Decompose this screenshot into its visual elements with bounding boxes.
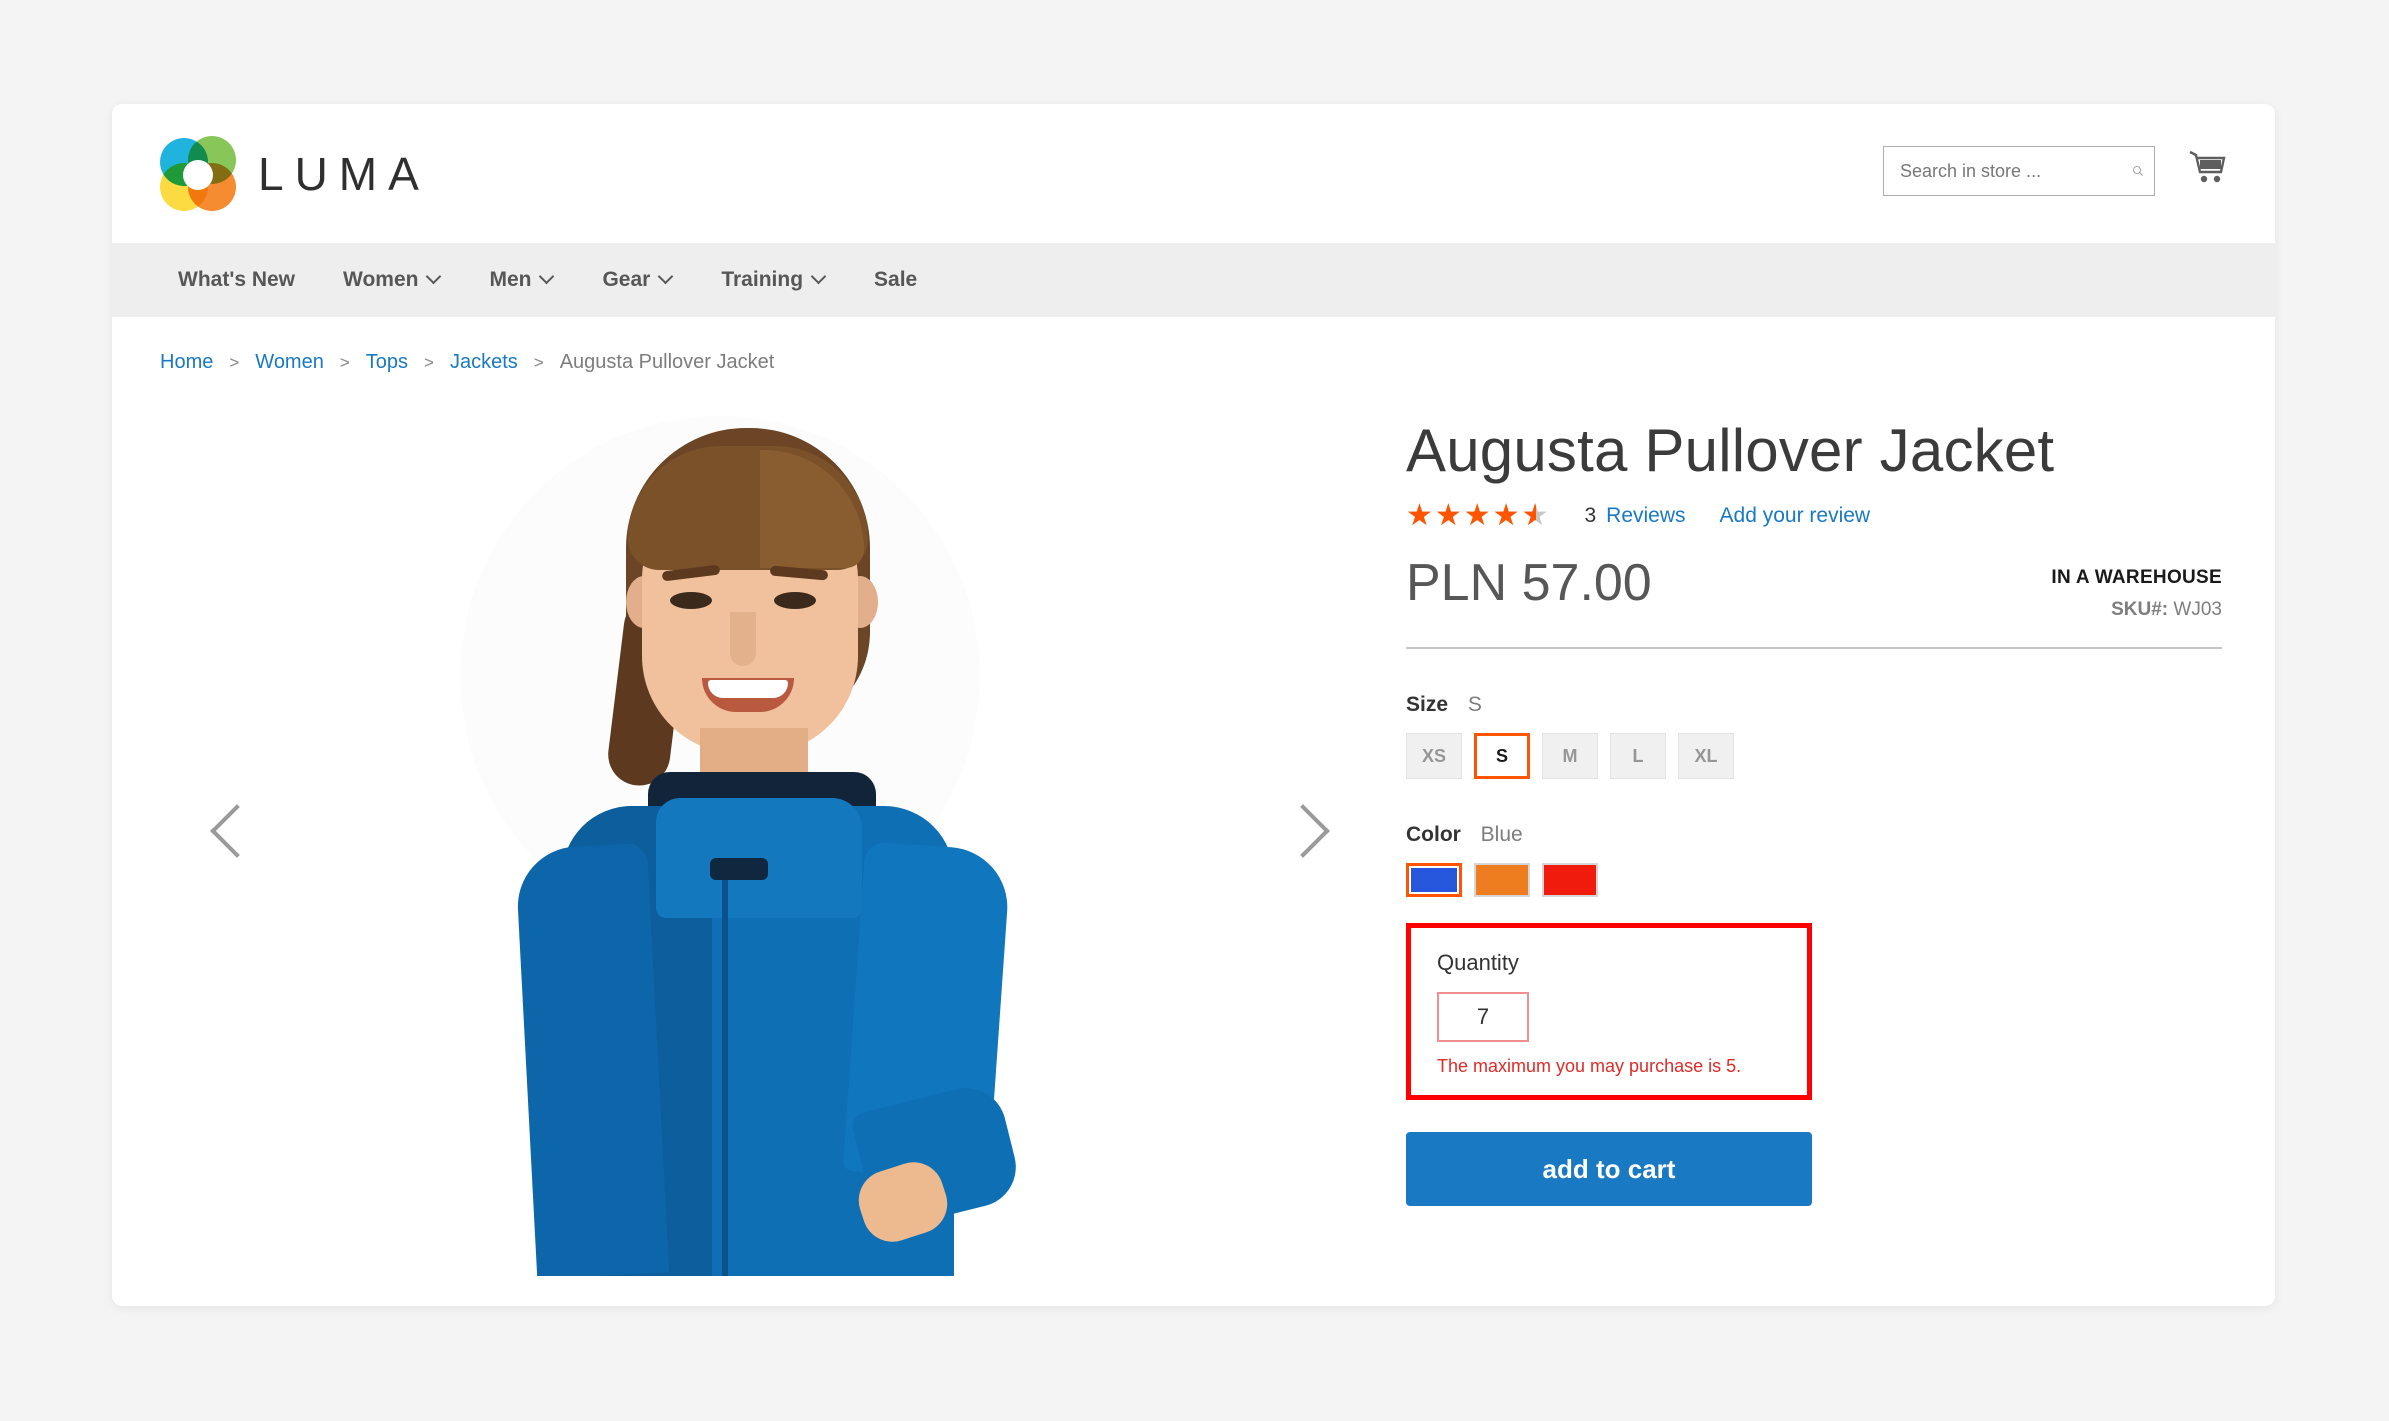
size-label-row: Size S (1406, 693, 2222, 717)
rating-row: ★★★★★ ★★★★★ 3 Reviews Add your review (1406, 501, 2222, 531)
product-sku: SKU#: WJ03 (2051, 599, 2222, 621)
add-to-cart-button[interactable]: add to cart (1406, 1132, 1812, 1206)
nav-label: Men (489, 268, 532, 291)
product-info: Augusta Pullover Jacket ★★★★★ ★★★★★ 3 Rev… (1362, 396, 2222, 1276)
stock-status: IN A WAREHOUSE (2051, 567, 2222, 588)
color-selected-value: Blue (1480, 823, 1523, 846)
breadcrumb-current: Augusta Pullover Jacket (559, 351, 775, 373)
reviews-label: Reviews (1606, 504, 1686, 527)
size-swatch-s[interactable]: S (1474, 733, 1530, 779)
page-card: LUMA What's New Women Me (112, 104, 2275, 1306)
main-navigation: What's New Women Men Gear Training Sale (112, 243, 2275, 317)
size-swatch-xl[interactable]: XL (1678, 733, 1734, 779)
chevron-left-icon (210, 804, 264, 858)
product-gallery (160, 396, 1362, 1276)
size-swatch-m[interactable]: M (1542, 733, 1598, 779)
breadcrumb-item-women[interactable]: Women (255, 351, 324, 374)
sku-label: SKU#: (2111, 599, 2169, 620)
color-swatch-red[interactable] (1542, 863, 1598, 897)
size-label: Size (1406, 693, 1449, 716)
quantity-error-message: The maximum you may purchase is 5. (1437, 1056, 1742, 1076)
breadcrumb-item-tops[interactable]: Tops (366, 351, 408, 374)
chevron-right-icon (1276, 804, 1330, 858)
model-illustration (430, 406, 1070, 1276)
size-swatches: XS S M L XL (1406, 733, 2222, 779)
chevron-down-icon (660, 271, 673, 284)
color-swatch-blue[interactable] (1406, 863, 1462, 897)
breadcrumb-separator: > (339, 352, 350, 372)
reviews-link[interactable]: 3 Reviews (1584, 504, 1685, 528)
nav-item-women[interactable]: Women (325, 260, 459, 300)
search-box[interactable] (1883, 146, 2155, 196)
gallery-next-button[interactable] (1270, 796, 1330, 876)
add-review-link[interactable]: Add your review (1720, 504, 1871, 528)
nav-label: Gear (602, 268, 651, 291)
search-input[interactable] (1900, 160, 2132, 182)
chevron-down-icon (813, 271, 826, 284)
site-logo[interactable]: LUMA (160, 136, 430, 212)
chevron-down-icon (541, 271, 554, 284)
breadcrumb-item-home[interactable]: Home (160, 351, 213, 374)
nav-label: Women (343, 268, 419, 291)
nav-label: Sale (874, 268, 918, 291)
nav-label: What's New (178, 268, 296, 291)
price-row: PLN 57.00 IN A WAREHOUSE SKU#: WJ03 (1406, 553, 2222, 621)
breadcrumb-separator: > (424, 352, 434, 372)
nav-item-men[interactable]: Men (471, 260, 572, 300)
nav-item-training[interactable]: Training (703, 260, 844, 300)
quantity-input[interactable] (1437, 992, 1529, 1042)
site-header: LUMA (112, 104, 2275, 243)
breadcrumb-item-jackets[interactable]: Jackets (450, 351, 518, 374)
breadcrumb-separator: > (533, 352, 544, 372)
review-count: 3 (1584, 504, 1597, 527)
page-title: Augusta Pullover Jacket (1406, 417, 2055, 484)
search-icon[interactable] (2132, 158, 2144, 184)
color-swatch-orange[interactable] (1474, 863, 1530, 897)
rating-stars-filled: ★★★★★ (1406, 501, 1536, 531)
sku-value: WJ03 (2173, 599, 2222, 620)
quantity-label: Quantity (1437, 950, 1519, 975)
nav-label: Training (721, 268, 804, 291)
shopping-cart-icon[interactable] (2187, 148, 2227, 186)
product-image[interactable] (280, 396, 1240, 1276)
nav-item-gear[interactable]: Gear (584, 260, 691, 300)
gallery-prev-button[interactable] (204, 796, 264, 876)
breadcrumb-separator: > (229, 352, 240, 372)
product-main: Augusta Pullover Jacket ★★★★★ ★★★★★ 3 Rev… (112, 374, 2275, 1276)
chevron-down-icon (428, 271, 441, 284)
cart-button[interactable] (2187, 148, 2227, 191)
size-swatch-xs[interactable]: XS (1406, 733, 1462, 779)
color-label-row: Color Blue (1406, 823, 2222, 847)
size-selected-value: S (1467, 693, 1482, 716)
nav-item-whats-new[interactable]: What's New (160, 260, 313, 300)
breadcrumb: Home > Women > Tops > Jackets > Augusta … (112, 317, 2275, 374)
size-option-block: Size S XS S M L XL (1406, 693, 2222, 779)
luma-rings-logo-icon (160, 136, 236, 212)
nav-item-sale[interactable]: Sale (856, 260, 935, 300)
logo-text: LUMA (258, 148, 430, 200)
color-option-block: Color Blue (1406, 823, 2222, 897)
quantity-annotation-box: Quantity The maximum you may purchase is… (1406, 923, 1812, 1100)
color-label: Color (1406, 823, 1461, 846)
product-price: PLN 57.00 (1406, 554, 1652, 612)
divider (1406, 647, 2222, 649)
color-swatches (1406, 863, 2222, 897)
size-swatch-l[interactable]: L (1610, 733, 1666, 779)
rating-stars[interactable]: ★★★★★ ★★★★★ (1406, 501, 1550, 531)
stock-column: IN A WAREHOUSE SKU#: WJ03 (2051, 553, 2222, 621)
